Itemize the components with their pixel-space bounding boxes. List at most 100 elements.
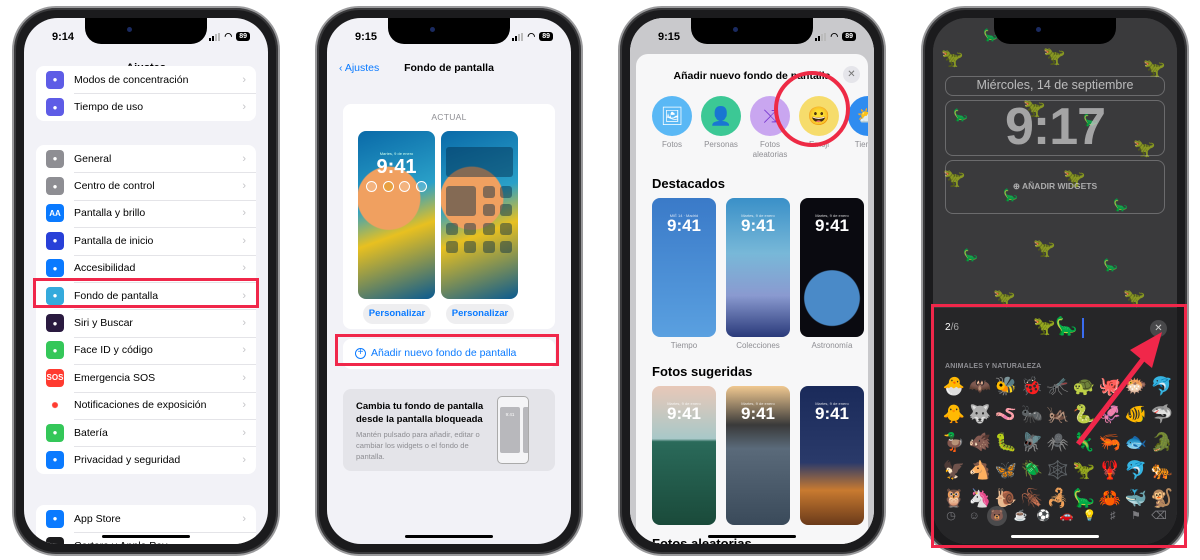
phone-wallpaper: 9:15 ◠ 89 ‹ Ajustes Fondo de pantalla ACT… [315, 6, 583, 556]
signal-icon [512, 32, 524, 41]
settings-row[interactable]: ✺ Notificaciones de exposición › [36, 391, 256, 419]
customize-home-button[interactable]: Personalizar [446, 304, 514, 324]
hand-icon: ● [46, 450, 64, 469]
weather-icon: ⛅ [848, 96, 868, 136]
suggested-wallpaper[interactable]: Martes, 9 de enero 9:41 [652, 386, 716, 525]
add-widgets-slot[interactable]: ⊕ AÑADIR WIDGETS [945, 160, 1165, 214]
category-photos[interactable]: 🖼 Fotos [652, 96, 692, 150]
signal-icon [815, 32, 827, 41]
tile-time: 9:41 [740, 404, 776, 423]
featured-wallpaper[interactable]: MIÉ 14 · Madrid 9:41 [652, 198, 716, 337]
settings-row-label: Cartera y Apple Pay [74, 540, 167, 544]
lock-date: Miércoles, 14 de septiembre [976, 78, 1134, 92]
featured-label: Astronomía [811, 341, 853, 350]
chevron-right-icon: › [242, 101, 246, 114]
mini-time: 9:41 [500, 407, 520, 453]
settings-row-label: Modos de concentración [74, 73, 189, 86]
settings-row-label: Accesibilidad [74, 262, 136, 275]
status-time: 9:15 [658, 31, 681, 43]
phone-add-wallpaper: 9:15 ◠ 89 Añadir nuevo fondo de pantalla … [618, 6, 886, 556]
close-button[interactable]: ✕ [843, 66, 860, 83]
t-rex-emoji: 🦖 [1033, 238, 1056, 258]
category-label: Fotos aleatorias [752, 140, 788, 159]
notch [85, 18, 207, 44]
home-screen-preview[interactable] [441, 131, 518, 299]
chevron-right-icon: › [242, 262, 246, 275]
tip-body: Mantén pulsado para añadir, editar o cam… [356, 430, 480, 461]
chevron-right-icon: › [242, 399, 246, 412]
chevron-right-icon: › [242, 371, 246, 384]
preview-time: 9:41 [376, 156, 417, 178]
settings-row-label: Emergencia SOS [74, 371, 156, 384]
wifi-icon: ◠ [830, 31, 839, 41]
status-time: 9:14 [52, 31, 75, 43]
suggested-wallpaper[interactable]: Martes, 9 de enero 9:41 [726, 386, 790, 525]
category-person[interactable]: 👤 Personas [701, 96, 741, 150]
suggested-wallpaper[interactable]: Martes, 9 de enero 9:41 [800, 386, 864, 525]
arrow-shaft [1076, 348, 1152, 446]
t-rex-emoji: 🦖 [941, 48, 964, 68]
settings-row-label: Privacidad y seguridad [74, 453, 181, 466]
settings-row[interactable]: ● App Store › [36, 505, 256, 532]
sauropod-emoji: 🦕 [1103, 258, 1118, 272]
tile-time: 9:41 [666, 216, 702, 235]
current-wallpaper-card: ACTUAL Martes, 9 de enero 9:41 Personali… [343, 104, 555, 329]
tile-time: 9:41 [666, 404, 702, 423]
featured-wallpaper[interactable]: Martes, 9 de enero 9:41 [800, 198, 864, 337]
gear-icon: ● [46, 149, 64, 168]
t-rex-emoji: 🦖 [1043, 46, 1066, 66]
chevron-right-icon: › [242, 207, 246, 220]
chevron-right-icon: › [242, 512, 246, 525]
tip-title: Cambia tu fondo de pantalla desde la pan… [356, 401, 484, 425]
notch [388, 18, 510, 44]
settings-row[interactable]: ● Batería › [36, 418, 256, 446]
widget-icon [366, 181, 377, 192]
tile-time: 9:41 [814, 216, 850, 235]
tile-time: 9:41 [814, 404, 850, 423]
settings-row[interactable]: ● Centro de control › [36, 172, 256, 199]
settings-row[interactable]: ● General › [36, 145, 256, 172]
settings-row-label: App Store [74, 512, 121, 525]
settings-row-label: Pantalla de inicio [74, 234, 154, 247]
status-time: 9:15 [355, 31, 378, 43]
date-widget-slot[interactable]: Miércoles, 14 de septiembre [945, 76, 1165, 96]
settings-row[interactable]: SOS Emergencia SOS › [36, 364, 256, 391]
chevron-right-icon: › [242, 344, 246, 357]
settings-row[interactable]: ● Siri y Buscar › [36, 309, 256, 336]
featured-wallpaper[interactable]: Martes, 9 de enero 9:41 [726, 198, 790, 337]
settings-row-label: Siri y Buscar [74, 317, 133, 330]
settings-row[interactable]: AA Pantalla y brillo › [36, 199, 256, 227]
settings-group-focus: ● Modos de concentración › ● Tiempo de uso › [36, 66, 256, 121]
settings-row[interactable]: ● Face ID y código › [36, 336, 256, 364]
battery-icon: ● [46, 423, 64, 442]
lock-screen-preview[interactable]: Martes, 9 de enero 9:41 [358, 131, 435, 299]
battery-icon: 89 [236, 32, 250, 41]
highlight-fondo-de-pantalla [33, 278, 259, 308]
settings-row-label: Batería [74, 426, 108, 439]
tip-card: Cambia tu fondo de pantalla desde la pan… [343, 389, 555, 471]
customize-lock-button[interactable]: Personalizar [363, 304, 431, 324]
settings-row-label: Tiempo de uso [74, 101, 144, 114]
category-weather[interactable]: ⛅ Tiempo [848, 96, 868, 150]
chevron-right-icon: › [242, 426, 246, 439]
chevron-right-icon: › [242, 317, 246, 330]
app-store-icon: ● [46, 509, 64, 528]
wifi-icon: ◠ [224, 31, 233, 41]
chevron-right-icon: › [242, 152, 246, 165]
settings-row[interactable]: ● Modos de concentración › [36, 66, 256, 93]
arrow-head [1130, 332, 1162, 368]
settings-row[interactable]: ● Pantalla de inicio › [36, 227, 256, 254]
settings-row[interactable]: ● Privacidad y seguridad › [36, 446, 256, 473]
settings-row-label: Centro de control [74, 180, 155, 193]
accessibility-icon: ● [46, 259, 64, 278]
chevron-right-icon: › [242, 540, 246, 544]
settings-row-label: Face ID y código [74, 344, 153, 357]
chevron-right-icon: › [242, 234, 246, 247]
wifi-icon: ◠ [527, 31, 536, 41]
settings-row-label: Notificaciones de exposición [74, 399, 207, 412]
photos-icon: 🖼 [652, 96, 692, 136]
chevron-right-icon: › [242, 73, 246, 86]
settings-row[interactable]: ● Tiempo de uso › [36, 93, 256, 120]
tile-time: 9:41 [740, 216, 776, 235]
time-slot[interactable]: 9:17 [945, 98, 1165, 156]
